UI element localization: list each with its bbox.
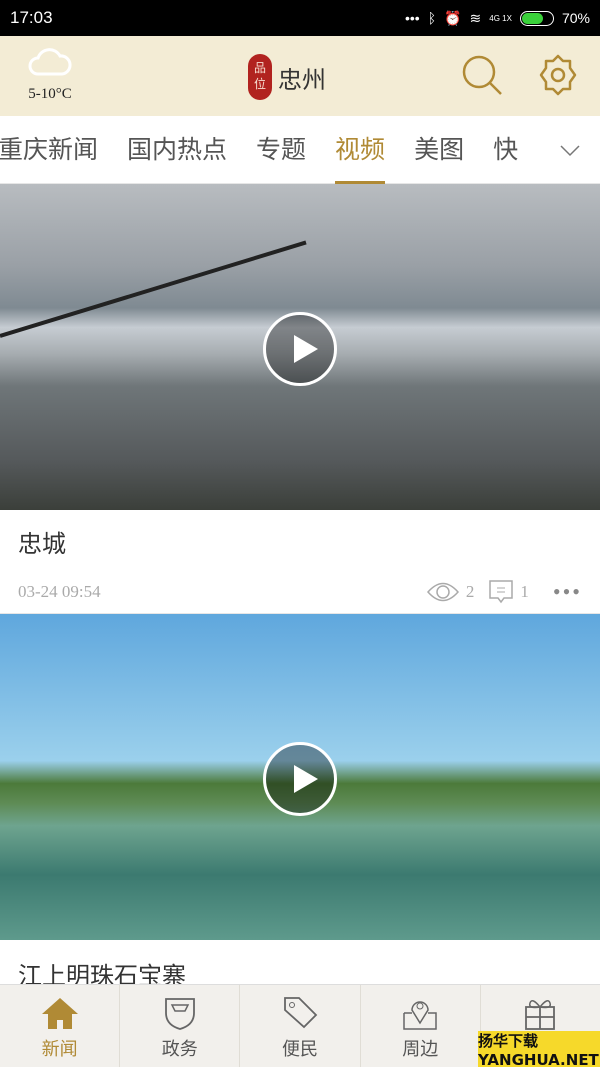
- tab-flash[interactable]: 快: [493, 116, 518, 184]
- nav-services-label: 便民: [282, 1039, 318, 1060]
- wifi-icon: ≋: [469, 9, 482, 26]
- category-tabs: 重庆新闻 国内热点 专题 视频 美图 快: [0, 116, 600, 184]
- play-icon[interactable]: [263, 742, 337, 816]
- nav-nearby[interactable]: 周边: [361, 985, 481, 1067]
- view-count: 2: [465, 582, 475, 601]
- alarm-icon: ⏰: [444, 9, 462, 26]
- battery-icon: [519, 10, 554, 26]
- tab-topics[interactable]: 专题: [256, 116, 306, 184]
- status-time: 17:03: [10, 8, 53, 27]
- status-bar: 17:03 ••• ᛒ ⏰ ≋ 4G 1X 70%: [0, 0, 600, 36]
- notification-dots-icon: •••: [404, 10, 420, 26]
- nav-news[interactable]: 新闻: [0, 985, 121, 1067]
- video-thumbnail[interactable]: [0, 184, 600, 510]
- nav-news-label: 新闻: [41, 1039, 78, 1060]
- bottom-nav: 新闻 政务 便民 周边 福利 扬华下载 YANGHUA.NET: [0, 984, 600, 1069]
- cloud-icon: [28, 48, 72, 76]
- app-logo: 品位 忠州: [248, 54, 326, 100]
- tab-domestic-hot[interactable]: 国内热点: [127, 116, 227, 184]
- comment-count: 1: [520, 582, 529, 601]
- nav-government[interactable]: 政务: [120, 985, 241, 1067]
- chevron-down-icon[interactable]: [558, 138, 582, 162]
- tab-video[interactable]: 视频: [335, 116, 386, 184]
- signal-icon: 4G 1X: [489, 13, 512, 23]
- gift-icon: [525, 1000, 556, 1030]
- home-icon: [41, 998, 78, 1029]
- bridge-shape: [0, 240, 307, 338]
- nav-government-label: 政务: [161, 1039, 198, 1060]
- tab-chongqing-news[interactable]: 重庆新闻: [0, 116, 98, 184]
- location-pin-icon: [403, 1001, 437, 1030]
- logo-seal: 品位: [248, 54, 272, 100]
- eye-icon: [426, 582, 459, 602]
- nav-services[interactable]: 便民: [240, 985, 361, 1067]
- app-header: 5-10°C 品位 忠州: [0, 36, 600, 116]
- more-options-icon[interactable]: •••: [553, 579, 582, 605]
- tab-photos[interactable]: 美图: [414, 116, 464, 184]
- feed-item-info: 忠城 03-24 09:54 2 1 •••: [0, 510, 600, 614]
- feed-item-date: 03-24 09:54: [18, 582, 101, 601]
- search-icon[interactable]: [460, 53, 504, 97]
- shield-icon: [164, 998, 195, 1030]
- battery-percent: 70%: [561, 10, 590, 26]
- bluetooth-icon: ᛒ: [427, 10, 437, 26]
- settings-gear-icon[interactable]: [536, 53, 580, 97]
- watermark: 扬华下载 YANGHUA.NET: [478, 1031, 600, 1069]
- comment-icon[interactable]: [488, 579, 514, 605]
- tag-icon: [284, 997, 318, 1029]
- video-thumbnail[interactable]: [0, 614, 600, 940]
- nav-nearby-label: 周边: [402, 1039, 439, 1060]
- weather-temp: 5-10°C: [28, 86, 72, 102]
- play-icon[interactable]: [263, 312, 337, 386]
- feed-item-title[interactable]: 忠城: [18, 524, 582, 559]
- app-name: 忠州: [278, 65, 326, 94]
- feed-item-title[interactable]: 江上明珠石宝寨: [0, 940, 600, 985]
- weather-widget[interactable]: 5-10°C: [22, 46, 78, 103]
